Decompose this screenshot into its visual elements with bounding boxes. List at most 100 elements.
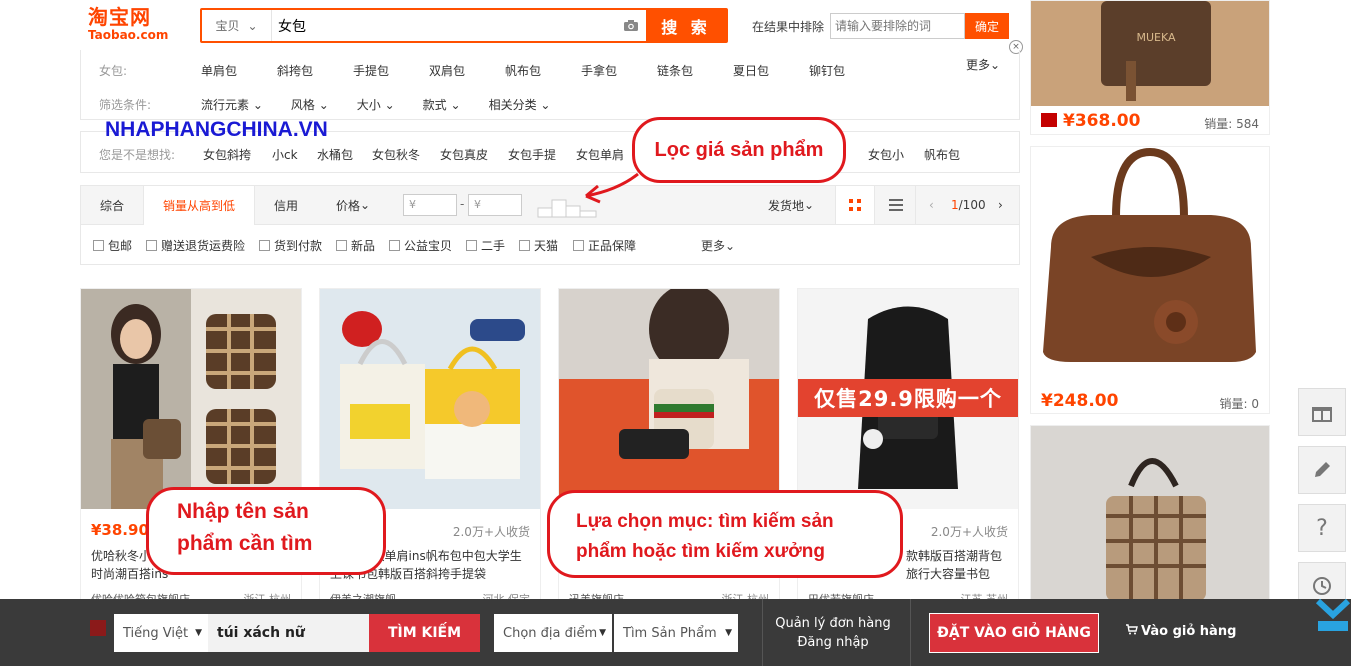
price-max-input[interactable]: ¥ <box>468 194 522 216</box>
suggestions-label: 您是不是想找: <box>99 148 176 162</box>
suggestion-link[interactable]: 女包斜挎 <box>203 146 251 163</box>
product-image[interactable] <box>81 289 301 509</box>
right-product-card[interactable]: ¥248.00 销量: 0 <box>1030 146 1270 414</box>
suggestion-link[interactable]: 水桶包 <box>317 146 353 163</box>
bag-type-item[interactable]: 夏日包 <box>733 62 809 79</box>
go-to-cart-link[interactable]: Vào giỏ hàng <box>1126 624 1236 639</box>
bag-type-item[interactable]: 斜挎包 <box>277 62 353 79</box>
filter-conditions-row: 筛选条件: 流行元素 ⌄ 风格 ⌄ 大小 ⌄ 款式 ⌄ 相关分类 ⌄ <box>81 90 578 118</box>
extension-logo-icon <box>90 620 106 636</box>
price-dash: - <box>460 197 465 211</box>
option-checkbox[interactable]: 正品保障 <box>573 237 636 254</box>
bag-type-item[interactable]: 帆布包 <box>505 62 581 79</box>
keyword-input[interactable]: túi xách nữ <box>208 614 369 652</box>
option-checkbox[interactable]: 天猫 <box>519 237 558 254</box>
sold-count: 0 <box>1251 397 1259 411</box>
tab-price[interactable]: 价格 ⌄ <box>325 186 381 224</box>
taobao-logo[interactable]: 淘宝网 Taobao.com <box>88 6 178 46</box>
option-checkbox[interactable]: 公益宝贝 <box>389 237 452 254</box>
bag-type-item[interactable]: 手提包 <box>353 62 429 79</box>
search-category-label: 宝贝 <box>215 19 240 33</box>
filter-dropdown[interactable]: 大小 ⌄ <box>357 96 395 113</box>
sold-label: 销量: <box>1219 397 1248 411</box>
manage-orders-link[interactable]: Quản lý đơn hàng <box>768 614 898 633</box>
help-icon[interactable]: ? <box>1298 504 1346 552</box>
price-min-input[interactable]: ¥ <box>403 194 457 216</box>
camera-icon[interactable] <box>616 10 646 41</box>
checkbox-icon <box>336 240 347 251</box>
location-select[interactable]: Chọn địa điểm ▼ <box>494 614 612 652</box>
bag-type-item[interactable]: 单肩包 <box>201 62 277 79</box>
filter-dropdown-label: 流行元素 <box>201 97 250 112</box>
search-button[interactable]: 搜 索 <box>646 10 726 41</box>
product-price: ¥38.90 <box>91 521 149 539</box>
bag-type-item[interactable]: 铆钉包 <box>809 62 885 79</box>
option-checkbox[interactable]: 赠送退货运费险 <box>146 237 245 254</box>
suggestion-link[interactable]: 女包手提 <box>508 146 556 163</box>
edit-icon[interactable] <box>1298 446 1346 494</box>
annotation-line: Lựa chọn mục: tìm kiếm sản <box>576 511 834 532</box>
add-to-cart-button[interactable]: ĐẶT VÀO GIỎ HÀNG <box>929 613 1099 653</box>
next-page-icon[interactable]: › <box>998 198 1003 212</box>
product-image[interactable]: 仅售29.9限购一个 <box>798 289 1018 509</box>
language-select[interactable]: Tiếng Việt ▼ <box>114 614 208 652</box>
right-product-card[interactable] <box>1030 425 1270 600</box>
exclude-area: 在结果中排除 确定 <box>752 12 1010 40</box>
suggestion-link[interactable]: 女包秋冬 <box>372 146 420 163</box>
checkbox-icon <box>389 240 400 251</box>
product-image[interactable] <box>1031 147 1269 377</box>
ship-from-label: 发货地 <box>767 198 804 213</box>
filter-dropdown[interactable]: 款式 ⌄ <box>423 96 461 113</box>
suggestion-link[interactable]: 女包真皮 <box>440 146 488 163</box>
page-indicator: 1/100 <box>951 198 986 212</box>
login-link[interactable]: Đăng nhập <box>768 633 898 652</box>
suggestion-link[interactable]: 女包单肩 <box>576 146 624 163</box>
bag-type-item[interactable]: 手拿包 <box>581 62 657 79</box>
prev-page-icon[interactable]: ‹ <box>929 198 934 212</box>
product-image[interactable] <box>1031 426 1269 600</box>
tab-sales[interactable]: 销量从高到低 <box>143 186 255 225</box>
option-checkbox[interactable]: 二手 <box>466 237 505 254</box>
caret-down-icon: ▼ <box>599 628 606 638</box>
product-price: ¥368.00 <box>1063 111 1141 131</box>
more-options-link[interactable]: 更多⌄ <box>701 237 735 254</box>
suggestion-link[interactable]: 女包小 <box>868 146 904 163</box>
tmall-icon <box>1041 113 1057 127</box>
search-type-select[interactable]: Tìm Sản Phẩm ▼ <box>614 614 738 652</box>
product-image[interactable] <box>320 289 540 509</box>
checkbox-icon <box>146 240 157 251</box>
product-title[interactable]: 款韩版百搭潮背包 旅行大容量书包 <box>906 547 1016 583</box>
search-category-select[interactable]: 宝贝 ⌄ <box>202 10 272 41</box>
search-input[interactable]: 女包 <box>272 10 616 41</box>
filter-dropdown[interactable]: 流行元素 ⌄ <box>201 96 263 113</box>
product-image[interactable] <box>559 289 779 509</box>
suggestion-link[interactable]: 小ck <box>272 146 298 163</box>
option-checkbox[interactable]: 新品 <box>336 237 375 254</box>
ship-from-dropdown[interactable]: 发货地 ⌄ <box>761 186 821 224</box>
more-filters-link[interactable]: 更多⌄ <box>966 56 1000 73</box>
filter-dropdown[interactable]: 风格 ⌄ <box>291 96 329 113</box>
tab-default[interactable]: 综合 <box>81 186 143 224</box>
bottom-search-button[interactable]: TÌM KIẾM <box>369 614 480 652</box>
exclude-input[interactable] <box>830 13 966 39</box>
suggestion-link[interactable]: 帆布包 <box>924 146 960 163</box>
option-checkbox[interactable]: 货到付款 <box>259 237 322 254</box>
right-product-card[interactable]: MUEKA ¥368.00 销量: 584 <box>1030 0 1270 135</box>
exclude-confirm-button[interactable]: 确定 <box>965 13 1010 39</box>
search-type-label: Tìm Sản Phẩm <box>623 625 717 641</box>
annotation-line: phẩm cần tìm <box>177 532 313 555</box>
filter-dropdown[interactable]: 相关分类 ⌄ <box>489 96 551 113</box>
product-image[interactable]: MUEKA <box>1031 1 1269 106</box>
list-view-icon[interactable] <box>876 186 916 224</box>
site-watermark: NHAPHANGCHINA.VN <box>105 118 328 141</box>
search-box: 宝贝 ⌄ 女包 搜 索 <box>200 8 728 43</box>
gift-icon[interactable] <box>1298 388 1346 436</box>
bag-type-item[interactable]: 双肩包 <box>429 62 505 79</box>
extension-bottom-bar: Tiếng Việt ▼ túi xách nữ TÌM KIẾM Chọn đ… <box>0 598 1351 666</box>
tab-credit[interactable]: 信用 <box>255 186 317 224</box>
option-checkbox[interactable]: 包邮 <box>93 237 132 254</box>
bag-type-item[interactable]: 链条包 <box>657 62 733 79</box>
grid-view-icon[interactable] <box>835 186 875 224</box>
annotation-choose-mode: Lựa chọn mục: tìm kiếm sản phẩm hoặc tìm… <box>547 490 903 578</box>
collapse-chevron-icon[interactable] <box>1315 598 1351 633</box>
